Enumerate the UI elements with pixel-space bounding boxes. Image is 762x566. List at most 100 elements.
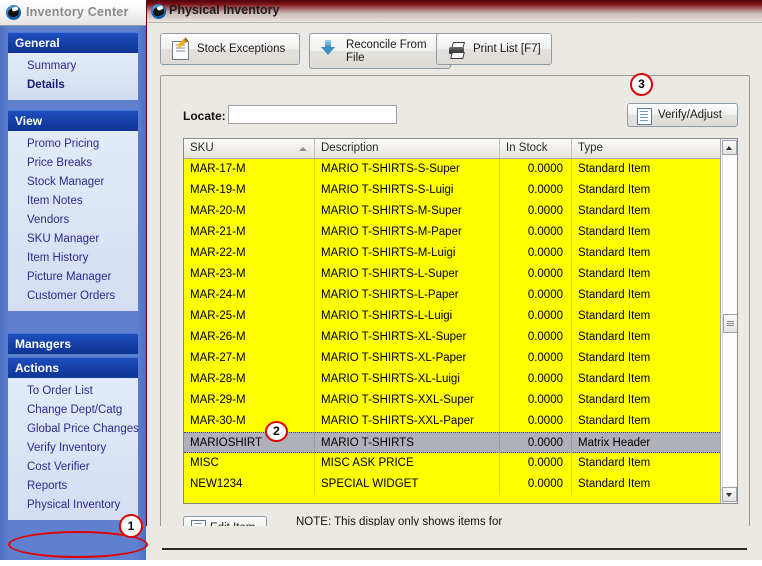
sidebar-item-price-breaks[interactable]: Price Breaks: [8, 154, 138, 173]
sidebar-item-global-price-changes[interactable]: Global Price Changes: [8, 420, 139, 439]
cell-type: Standard Item: [578, 268, 651, 280]
cell-description: MARIO T-SHIRTS: [315, 433, 500, 454]
edit-document-icon: [172, 41, 189, 60]
table-row[interactable]: MAR-23-M MARIO T-SHIRTS-L-Super 0.0000 S…: [184, 264, 722, 285]
sidebar-item-change-dept-catg[interactable]: Change Dept/Catg: [8, 401, 138, 420]
printer-icon: [447, 42, 465, 59]
table-row[interactable]: MAR-17-M MARIO T-SHIRTS-S-Super 0.0000 S…: [184, 159, 722, 180]
nav-header-general: General: [8, 32, 138, 53]
cell-in-stock: 0.0000: [500, 201, 572, 222]
cell-sku: MAR-21-M: [184, 222, 315, 243]
nav-header-managers[interactable]: Managers: [8, 333, 138, 354]
cell-description: MARIO T-SHIRTS-S-Luigi: [315, 180, 500, 201]
window-bottom-rule: [162, 548, 747, 550]
nav-header-view: View: [8, 110, 138, 131]
nav-items-actions: To Order List Change Dept/Catg Global Pr…: [8, 378, 139, 520]
cell-type: Standard Item: [578, 310, 651, 322]
window-body: Stock Exceptions Reconcile From File Pri…: [147, 22, 762, 560]
cell-sku: MAR-22-M: [184, 243, 315, 264]
cell-in-stock: 0.0000: [500, 390, 572, 411]
nav-titlebar: Inventory Center: [0, 0, 146, 26]
grid-rows: MAR-17-M MARIO T-SHIRTS-S-Super 0.0000 S…: [184, 159, 722, 503]
table-row[interactable]: MAR-24-M MARIO T-SHIRTS-L-Paper 0.0000 S…: [184, 285, 722, 306]
cell-description: MARIO T-SHIRTS-XL-Luigi: [315, 369, 500, 390]
app-logo-icon: [151, 4, 166, 19]
column-header-sku[interactable]: SKU: [184, 139, 315, 158]
inventory-center-panel: Inventory Center General Summary Details…: [0, 0, 146, 566]
table-row[interactable]: MAR-28-M MARIO T-SHIRTS-XL-Luigi 0.0000 …: [184, 369, 722, 390]
cell-type: Standard Item: [578, 415, 651, 427]
cell-in-stock: 0.0000: [500, 327, 572, 348]
sidebar-item-item-history[interactable]: Item History: [8, 249, 138, 268]
column-header-sku-label: SKU: [190, 142, 214, 154]
table-row[interactable]: MAR-19-M MARIO T-SHIRTS-S-Luigi 0.0000 S…: [184, 180, 722, 201]
cell-sku: MISC: [184, 453, 315, 474]
table-row[interactable]: MAR-21-M MARIO T-SHIRTS-M-Paper 0.0000 S…: [184, 222, 722, 243]
table-row[interactable]: MAR-20-M MARIO T-SHIRTS-M-Super 0.0000 S…: [184, 201, 722, 222]
table-row[interactable]: NEW1234 SPECIAL WIDGET 0.0000 Standard I…: [184, 474, 722, 495]
sidebar-item-physical-inventory[interactable]: Physical Inventory: [8, 496, 138, 515]
column-header-description[interactable]: Description: [315, 139, 500, 158]
cell-in-stock: 0.0000: [500, 306, 572, 327]
cell-in-stock: 0.0000: [500, 433, 572, 454]
print-list-button[interactable]: Print List [F7]: [436, 33, 552, 65]
scrollbar-thumb[interactable]: [723, 314, 737, 333]
table-row[interactable]: MAR-27-M MARIO T-SHIRTS-XL-Paper 0.0000 …: [184, 348, 722, 369]
verify-adjust-button[interactable]: Verify/Adjust: [627, 103, 738, 127]
stock-exceptions-button[interactable]: Stock Exceptions: [160, 33, 300, 65]
sidebar-item-to-order-list[interactable]: To Order List: [8, 382, 138, 401]
scroll-down-icon[interactable]: [722, 487, 737, 502]
cell-type: Standard Item: [578, 205, 651, 217]
locate-input[interactable]: [228, 105, 397, 124]
sidebar-item-sku-manager[interactable]: SKU Manager: [8, 230, 138, 249]
sidebar-item-item-notes[interactable]: Item Notes: [8, 192, 138, 211]
column-header-in-stock[interactable]: In Stock: [500, 139, 572, 158]
table-row-selected[interactable]: MARIOSHIRT MARIO T-SHIRTS 0.0000 Matrix …: [184, 432, 722, 454]
grid-header-row: SKU Description In Stock Type: [184, 139, 737, 159]
annotation-marker-2: 2: [265, 421, 288, 442]
annotation-marker-1: 1: [119, 514, 143, 538]
table-row[interactable]: MAR-25-M MARIO T-SHIRTS-L-Luigi 0.0000 S…: [184, 306, 722, 327]
cell-in-stock: 0.0000: [500, 453, 572, 474]
stock-exceptions-label: Stock Exceptions: [197, 43, 286, 55]
sidebar-item-promo-pricing[interactable]: Promo Pricing: [8, 135, 138, 154]
app-logo-icon: [6, 5, 21, 20]
scrollbar-track[interactable]: [722, 156, 737, 486]
cell-sku: MAR-29-M: [184, 390, 315, 411]
nav-group-managers: Managers: [8, 333, 138, 354]
grid-vertical-scrollbar[interactable]: [720, 139, 737, 503]
sidebar-item-details[interactable]: Details: [8, 76, 138, 95]
cell-sku: MARIOSHIRT: [184, 433, 315, 454]
nav-group-view: View Promo Pricing Price Breaks Stock Ma…: [8, 110, 138, 311]
sidebar-item-picture-manager[interactable]: Picture Manager: [8, 268, 138, 287]
table-row[interactable]: MAR-29-M MARIO T-SHIRTS-XXL-Super 0.0000…: [184, 390, 722, 411]
cell-type: Standard Item: [578, 289, 651, 301]
cell-description: MARIO T-SHIRTS-XL-Paper: [315, 348, 500, 369]
cell-type: Standard Item: [578, 373, 651, 385]
cell-in-stock: 0.0000: [500, 243, 572, 264]
sidebar-item-customer-orders[interactable]: Customer Orders: [8, 287, 138, 306]
nav-group-actions: Actions To Order List Change Dept/Catg G…: [8, 357, 139, 520]
sidebar-item-verify-inventory[interactable]: Verify Inventory: [8, 439, 138, 458]
scroll-up-icon[interactable]: [722, 140, 737, 155]
cell-description: MARIO T-SHIRTS-L-Paper: [315, 285, 500, 306]
nav-items-view: Promo Pricing Price Breaks Stock Manager…: [8, 131, 138, 311]
cell-type: Matrix Header: [572, 433, 722, 454]
reconcile-from-file-label: Reconcile From File: [346, 39, 427, 64]
sidebar-item-stock-manager[interactable]: Stock Manager: [8, 173, 138, 192]
window-titlebar: Physical Inventory: [147, 0, 762, 22]
document-icon: [637, 108, 652, 125]
cell-sku: MAR-28-M: [184, 369, 315, 390]
sidebar-item-vendors[interactable]: Vendors: [8, 211, 138, 230]
sidebar-item-reports[interactable]: Reports: [8, 477, 138, 496]
reconcile-from-file-button[interactable]: Reconcile From File: [309, 33, 451, 69]
nav-body: General Summary Details View Promo Prici…: [0, 26, 146, 566]
table-row[interactable]: MAR-26-M MARIO T-SHIRTS-XL-Super 0.0000 …: [184, 327, 722, 348]
column-header-type[interactable]: Type: [572, 139, 722, 158]
table-row[interactable]: MISC MISC ASK PRICE 0.0000 Standard Item: [184, 453, 722, 474]
sidebar-item-cost-verifier[interactable]: Cost Verifier: [8, 458, 138, 477]
inventory-grid: SKU Description In Stock Type MAR-17-M M…: [183, 138, 738, 504]
sidebar-item-summary[interactable]: Summary: [8, 57, 138, 76]
table-row[interactable]: MAR-22-M MARIO T-SHIRTS-M-Luigi 0.0000 S…: [184, 243, 722, 264]
